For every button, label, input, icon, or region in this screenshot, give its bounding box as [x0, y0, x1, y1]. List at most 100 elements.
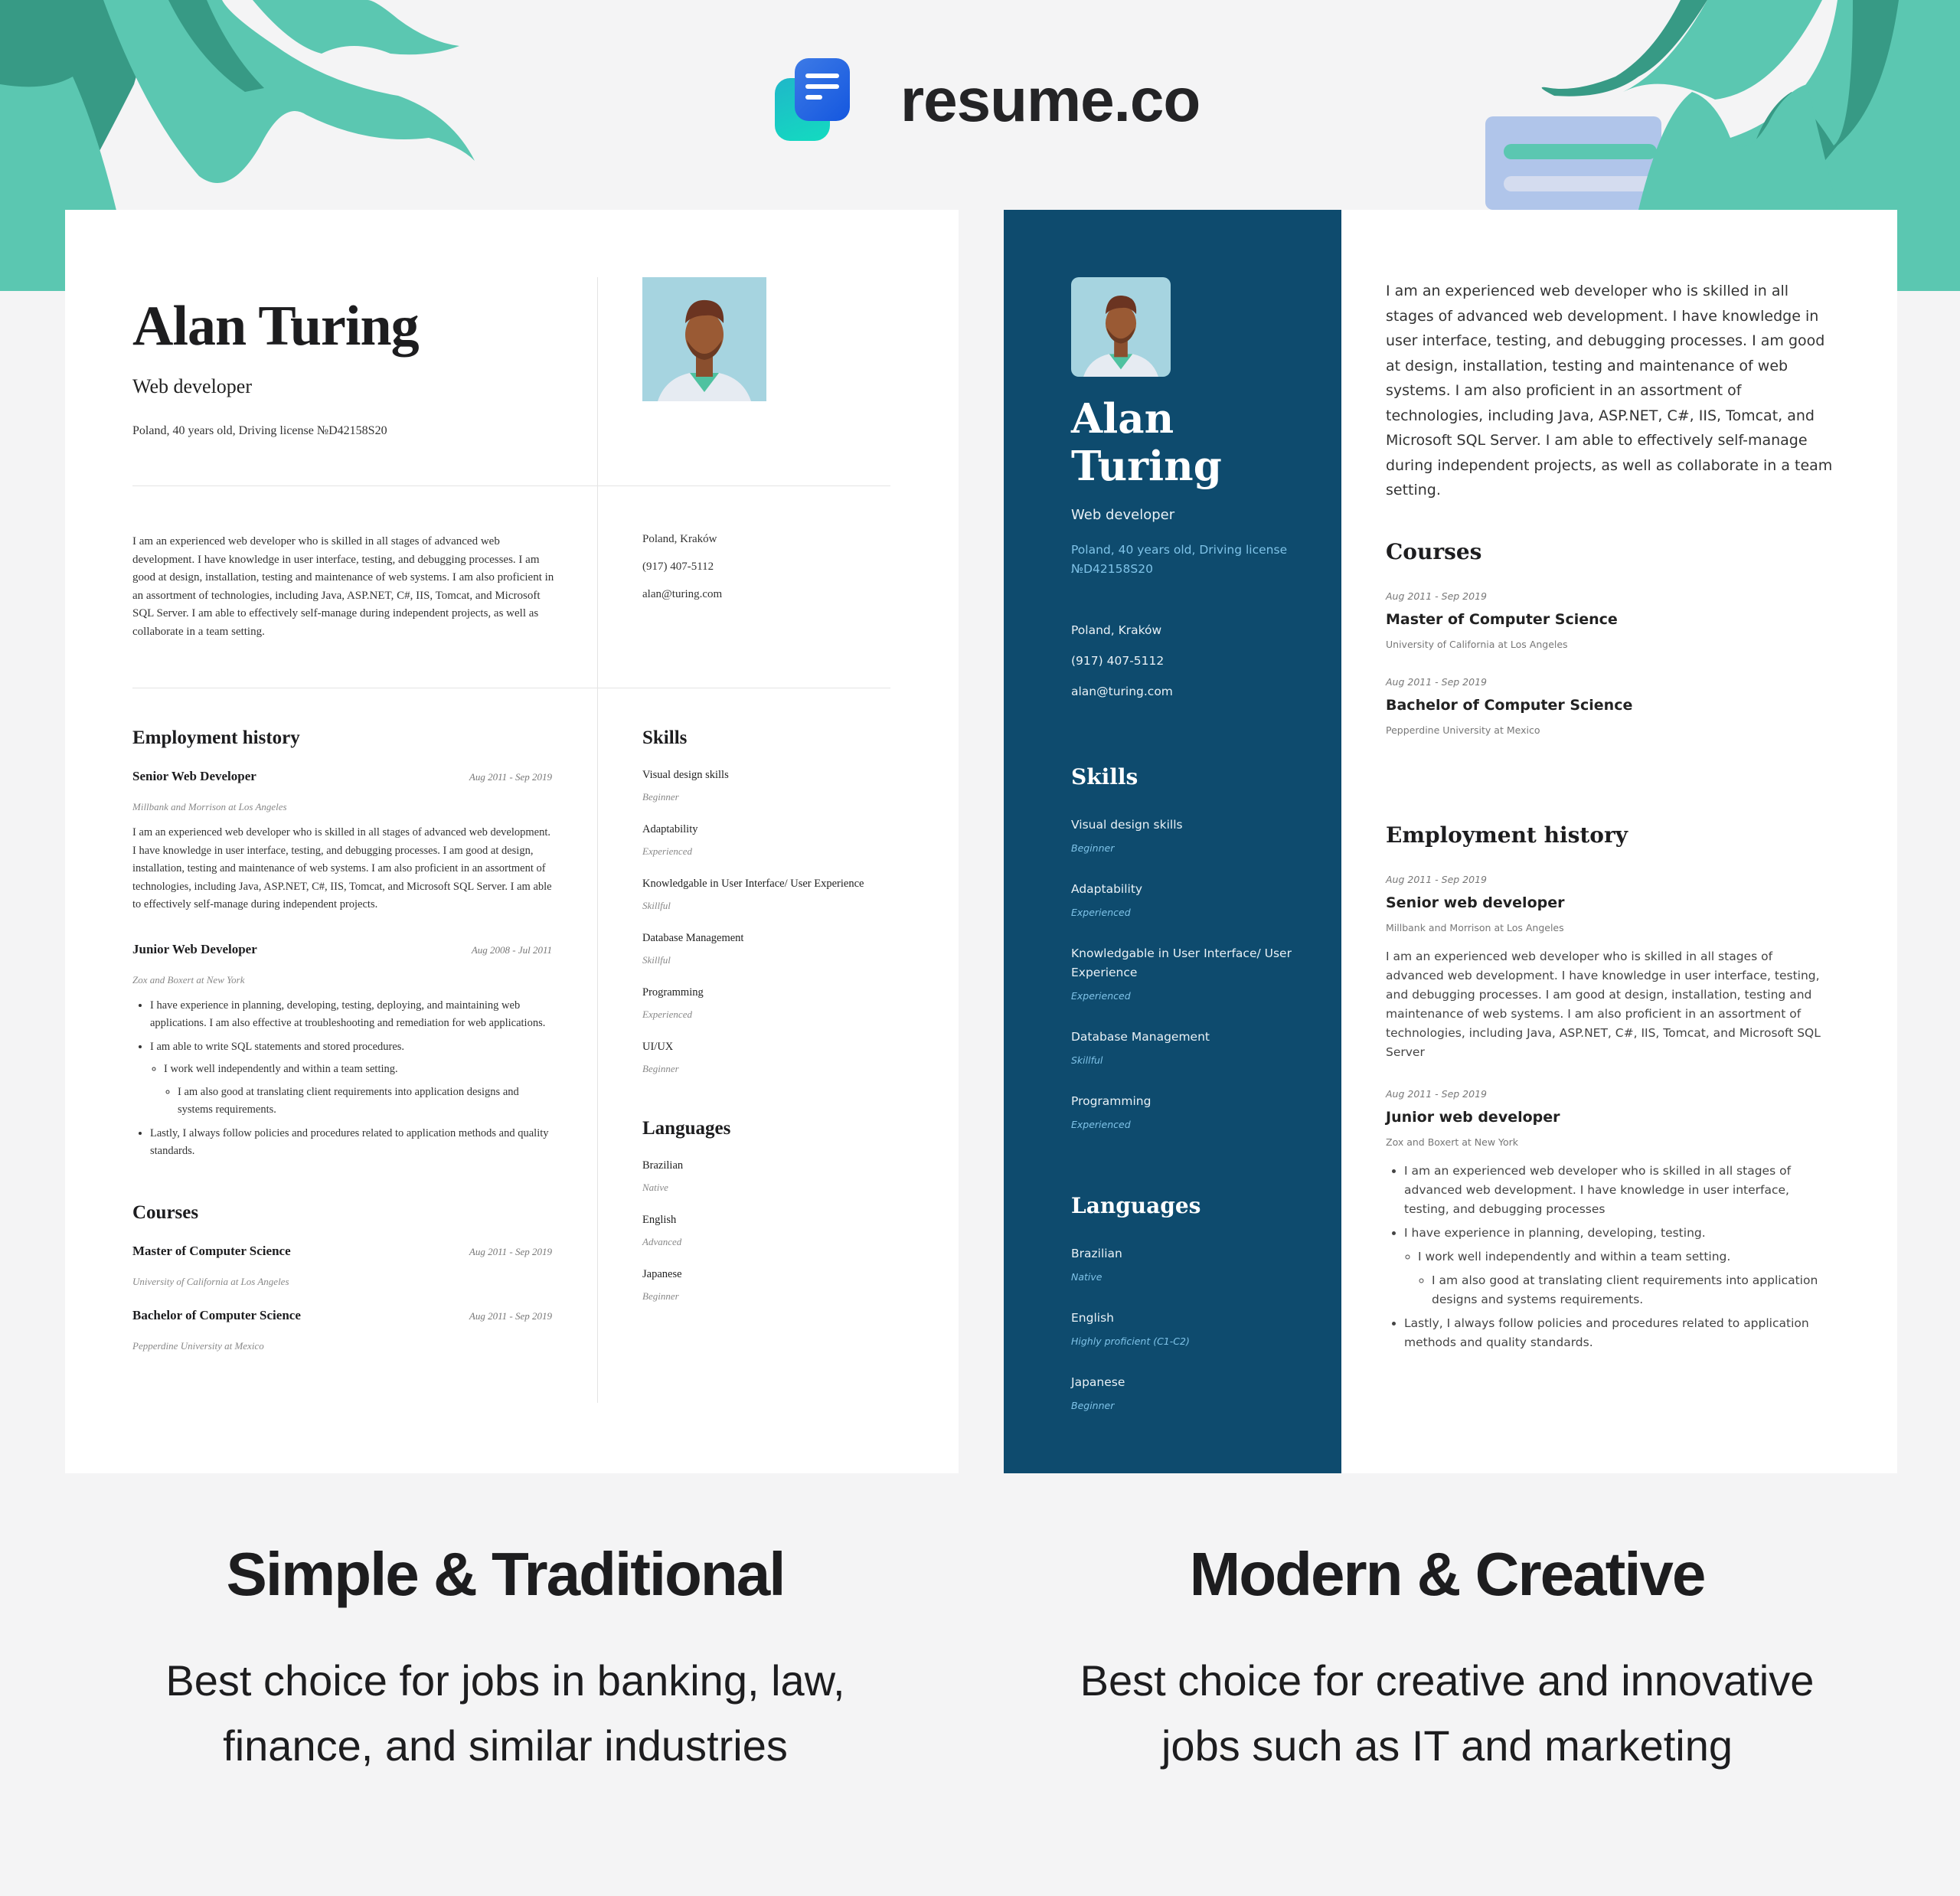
list-item: Lastly, I always follow policies and pro…	[1404, 1314, 1834, 1352]
list-item: I have experience in planning, developin…	[1404, 1224, 1834, 1309]
resume-summary: I am an experienced web developer who is…	[132, 535, 554, 638]
job-company: Millbank and Morrison at Los Angeles	[132, 801, 287, 812]
skills-heading: Skills	[1071, 764, 1138, 789]
skill-item: UI/UX Beginner	[642, 1041, 679, 1074]
person-avatar-icon	[658, 299, 751, 401]
job-company: Zox and Boxert at New York	[132, 973, 245, 986]
skill-item: Programming Experienced	[1071, 1094, 1152, 1130]
languages-heading: Languages	[642, 1118, 731, 1139]
list-item: I work well independently and within a t…	[164, 1061, 552, 1120]
template-caption-modern: Modern & Creative Best choice for creati…	[972, 1539, 1922, 1778]
languages-heading: Languages	[1071, 1193, 1201, 1218]
leaf-shape	[253, 0, 459, 55]
course-entry: Aug 2011 - Sep 2019 Bachelor of Computer…	[1386, 676, 1633, 736]
resume-summary: I am an experienced web developer who is…	[1386, 283, 1833, 499]
language-item: Japanese Beginner	[642, 1268, 682, 1302]
brand-name: resume.co	[900, 66, 1200, 134]
resume-role: Web developer	[1071, 507, 1175, 523]
job-title: Senior Web Developer	[132, 769, 256, 783]
job-title: Junior Web Developer	[132, 941, 257, 956]
job-entry: Junior Web Developer Aug 2008 - Jul 2011 …	[132, 942, 552, 1161]
job-entry: Aug 2011 - Sep 2019 Junior web developer…	[1386, 1088, 1834, 1352]
resume-logo-icon	[775, 58, 861, 142]
contact-phone: (917) 407-5112	[1071, 654, 1165, 668]
job-bullets: I am an experienced web developer who is…	[1386, 1162, 1834, 1352]
course-school: University of California at Los Angeles	[132, 1275, 289, 1287]
job-entry: Aug 2011 - Sep 2019 Senior web developer…	[1386, 874, 1834, 1062]
list-item: I am able to write SQL statements and st…	[150, 1038, 552, 1120]
course-entry: Aug 2011 - Sep 2019 Master of Computer S…	[1386, 590, 1618, 650]
skill-item: Database Management Skillful	[1071, 1030, 1210, 1066]
language-item: Brazilian Native	[642, 1159, 684, 1193]
course-entry: Bachelor of Computer Science Aug 2011 - S…	[132, 1308, 552, 1352]
course-dates: Aug 2011 - Sep 2019	[469, 1309, 552, 1322]
course-school: Pepperdine University at Mexico	[132, 1339, 264, 1352]
traditional-resume-preview[interactable]: Alan Turing Web developer Poland, 40 yea…	[65, 210, 959, 1473]
course-entry: Master of Computer Science Aug 2011 - Sep…	[132, 1244, 552, 1288]
list-item: I am also good at translating client req…	[1432, 1271, 1834, 1309]
contact-location: Poland, Kraków	[642, 533, 717, 545]
brand-logo[interactable]: resume.co	[775, 58, 1200, 142]
language-item: Brazilian Native	[1071, 1247, 1122, 1283]
courses-section: Courses Aug 2011 - Sep 2019 Master of Co…	[1386, 539, 1834, 736]
job-dates: Aug 2011 - Sep 2019	[469, 771, 552, 783]
skill-item: Knowledgable in User Interface/ User Exp…	[1071, 946, 1292, 1002]
resume-main: I am an experienced web developer who is…	[1341, 210, 1897, 1473]
skill-item: Visual design skills Beginner	[1071, 818, 1183, 854]
list-item: I work well independently and within a t…	[1418, 1247, 1834, 1309]
contact-email: alan@turing.com	[642, 588, 723, 600]
caption-title: Modern & Creative	[1189, 1540, 1707, 1608]
list-item: I am an experienced web developer who is…	[1404, 1162, 1834, 1219]
contact-block: Poland, Kraków (917) 407-5112 alan@turin…	[1071, 623, 1173, 715]
skills-heading: Skills	[642, 727, 688, 748]
person-avatar-icon	[1083, 295, 1158, 377]
language-item: English Highly proficient (C1-C2)	[1071, 1311, 1190, 1347]
list-item: I have experience in planning, developin…	[150, 997, 552, 1033]
caption-description: Best choice for creative and innovative j…	[1080, 1656, 1815, 1770]
doc-card-shape	[1485, 116, 1661, 210]
main-column: Employment history Senior Web Developer A…	[132, 727, 552, 1352]
doc-line-shape	[1504, 176, 1657, 191]
section-divider	[132, 485, 890, 486]
skills-section: Skills Visual design skills Beginner Adap…	[1071, 764, 1301, 1130]
course-title: Master of Computer Science	[132, 1243, 291, 1258]
resume-meta: Poland, 40 years old, Driving license №D…	[1071, 543, 1288, 576]
job-entry: Senior Web Developer Aug 2011 - Sep 2019 …	[132, 769, 552, 914]
side-column: Skills Visual design skills Beginner Adap…	[642, 727, 895, 1303]
course-title: Bachelor of Computer Science	[132, 1307, 301, 1322]
resume-name: Alan Turing	[132, 295, 420, 358]
skill-item: Adaptability Experienced	[1071, 882, 1143, 918]
list-item: Lastly, I always follow policies and pro…	[150, 1125, 552, 1161]
job-description: I am an experienced web developer who is…	[1386, 950, 1821, 1059]
list-item: I am also good at translating client req…	[178, 1084, 552, 1120]
employment-section: Employment history Aug 2011 - Sep 2019 S…	[1386, 822, 1834, 1357]
doc-line-shape	[1504, 144, 1657, 159]
language-item: English Advanced	[642, 1214, 682, 1247]
avatar	[1071, 277, 1171, 377]
course-dates: Aug 2011 - Sep 2019	[469, 1245, 552, 1257]
contact-phone: (917) 407-5112	[642, 561, 714, 573]
job-bullets: I have experience in planning, developin…	[132, 997, 552, 1161]
resume-meta: Poland, 40 years old, Driving license №D…	[132, 424, 387, 437]
contact-email: alan@turing.com	[1071, 685, 1173, 698]
avatar	[642, 277, 766, 401]
contact-location: Poland, Kraków	[1071, 623, 1162, 637]
contact-block: Poland, Kraków (917) 407-5112 alan@turin…	[642, 533, 722, 616]
caption-description: Best choice for jobs in banking, law, fin…	[165, 1656, 845, 1770]
job-description: I am an experienced web developer who is…	[132, 826, 552, 910]
skill-item: Visual design skills Beginner	[642, 769, 729, 803]
language-item: Japanese Beginner	[1071, 1375, 1125, 1411]
resume-name: Alan Turing	[1071, 395, 1222, 490]
template-caption-traditional: Simple & Traditional Best choice for job…	[31, 1539, 980, 1778]
resume-role: Web developer	[132, 375, 252, 397]
courses-heading: Courses	[132, 1201, 199, 1223]
employment-heading: Employment history	[132, 727, 300, 748]
courses-heading: Courses	[1386, 539, 1482, 564]
skill-item: Adaptability Experienced	[642, 823, 698, 857]
skill-item: Database Management Skillful	[642, 932, 744, 966]
column-divider	[597, 277, 598, 1403]
leaf-shape	[1638, 84, 1838, 210]
modern-resume-preview[interactable]: Alan Turing Web developer Poland, 40 year…	[1004, 210, 1897, 1473]
languages-section: Languages Brazilian Native English Highly …	[1071, 1193, 1301, 1411]
resume-sidebar: Alan Turing Web developer Poland, 40 year…	[1004, 210, 1341, 1473]
